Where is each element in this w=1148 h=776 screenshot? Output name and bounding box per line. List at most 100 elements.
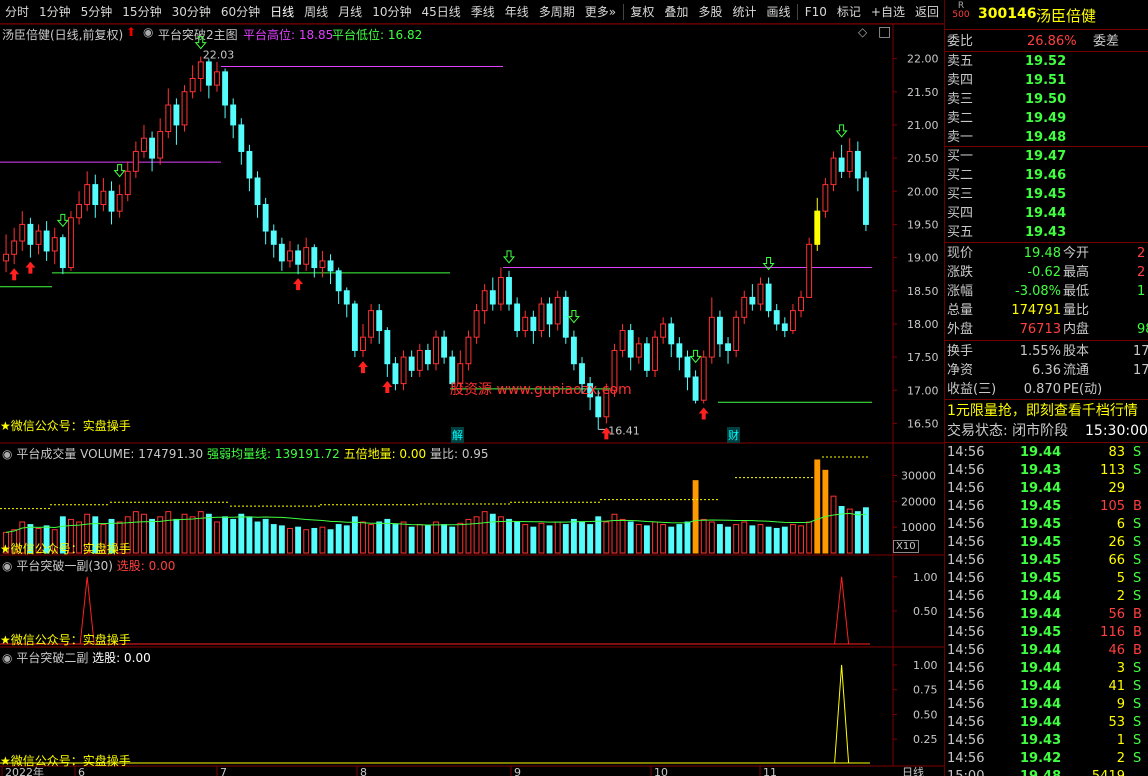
volume-bar [376,521,383,554]
candle-body [11,240,18,255]
volume-bar [141,513,147,554]
candle-body [205,61,212,86]
volume-bar [303,529,310,554]
volume-promo-text: ★微信公众号：实盘操手 [0,542,131,556]
volume-tick-label: 10000 [901,521,936,534]
volume-title[interactable]: 平台成交量 [16,447,76,461]
price-tick-label: 16.50 [907,417,939,430]
main-promo-text: ★微信公众号：实盘操手 [0,419,131,433]
candle-body [92,184,99,206]
candle-body [157,131,164,159]
candle-body [595,396,602,418]
candle-body [84,184,91,206]
sell-level: 卖二 19.49 [947,111,1067,126]
sub2-select-value: 选股: 0.00 [92,651,151,665]
volume-bar [773,527,780,554]
candle-body [214,71,220,86]
candle-body [733,316,740,351]
sub1-promo-text: ★微信公众号：实盘操手 [0,633,131,647]
volume-bar [327,529,334,554]
volume-bar [149,518,156,554]
volume-bar [741,521,748,554]
candle-body [384,330,391,365]
sub2-peak [834,664,850,764]
volume-bar [473,516,480,554]
price-tick-label: 18.50 [907,285,939,298]
candle-body [546,303,553,325]
volume-bar [530,526,537,554]
candle-body [149,137,156,159]
candle-body [181,91,188,126]
sub1-title[interactable]: 平台突破一副(30) [16,559,113,573]
candle-body [424,349,431,365]
sell-arrow-icon [689,349,702,364]
tick-row: 14:56 19.44 41 S [947,679,1142,694]
watermark-text: 股资源 www.gupiaozx.com [450,382,632,398]
candle-body [806,243,813,298]
candle-body [822,184,829,212]
volume-bar [262,518,269,554]
buy-arrow-icon [9,268,20,281]
volume-settings-icon[interactable]: ◉ [2,447,12,461]
volume-bar [287,527,293,554]
event-mark-cai[interactable]: 财 [727,427,740,443]
volume-bar [254,521,261,554]
candle-body [838,157,845,172]
volume-bar [570,518,577,554]
price-tick-label: 17.00 [907,384,939,397]
candle-body [238,124,245,152]
buy-level: 买二 19.46 [947,168,1067,183]
volume-bar [635,524,642,554]
sub1-settings-icon[interactable]: ◉ [2,559,12,573]
five-times-ground-volume: 五倍地量: 0.00 [343,447,427,461]
candle-body [570,336,577,365]
volume-bar [757,524,764,554]
candle-body [295,250,302,265]
sub2-settings-icon[interactable]: ◉ [2,651,12,665]
candle-body [351,303,358,351]
volume-bar [619,518,626,554]
volume-tick-label: 20000 [901,495,936,508]
candle-body [798,296,804,312]
sub2-title[interactable]: 平台突破二副 [16,651,88,665]
price-tick-label: 18.00 [907,318,939,331]
sub2-promo-text: ★微信公众号：实盘操手 [0,754,131,768]
x-axis-label: 9 [514,766,521,776]
buy-arrow-icon [25,261,36,274]
buy-level: 买三 19.45 [947,187,1067,202]
sub2-tick-label: 0.25 [913,733,938,746]
volume-bar [587,524,594,554]
sell-arrow-icon [194,36,207,50]
stat2-row: 净资 6.36 流通 17 [947,363,1148,378]
sell-level: 卖五 19.52 [947,54,1067,69]
high-annotation: 22.03 [203,49,235,62]
stat-row: 涨幅 -3.08% 最低 1 [947,284,1146,299]
sub1-peak [834,576,850,645]
candle-body [124,170,131,196]
stat2-row: 换手 1.55% 股本 17 [947,344,1148,359]
promo-banner: 1元限量抢，即刻查看千档行情 [947,403,1138,419]
sub1-tick-label: 0.50 [913,605,938,618]
volume-bar [522,524,529,554]
candle-body [830,157,837,186]
volume-bar [854,511,861,554]
volume-bar [546,525,553,554]
volume-bar [676,524,683,554]
candle-body [343,290,350,305]
price-tick-label: 19.00 [907,252,939,265]
volume-bar [765,526,772,554]
buy-level: 买五 19.43 [947,225,1067,240]
x-axis-label: 11 [763,766,777,776]
volume-bar [668,526,675,554]
event-mark-jie[interactable]: 解 [451,427,464,443]
avg-volume-value: 强弱均量线: 139191.72 [206,447,340,461]
sell-arrow-icon [502,250,516,264]
volume-bar [424,525,431,554]
volume-bar [749,525,756,554]
price-tick-label: 21.00 [907,119,939,132]
buy-arrow-icon [698,407,709,420]
candle-body [668,323,675,345]
volume-bar [278,525,285,554]
candle-body [781,323,788,332]
volume-bar [189,516,196,554]
